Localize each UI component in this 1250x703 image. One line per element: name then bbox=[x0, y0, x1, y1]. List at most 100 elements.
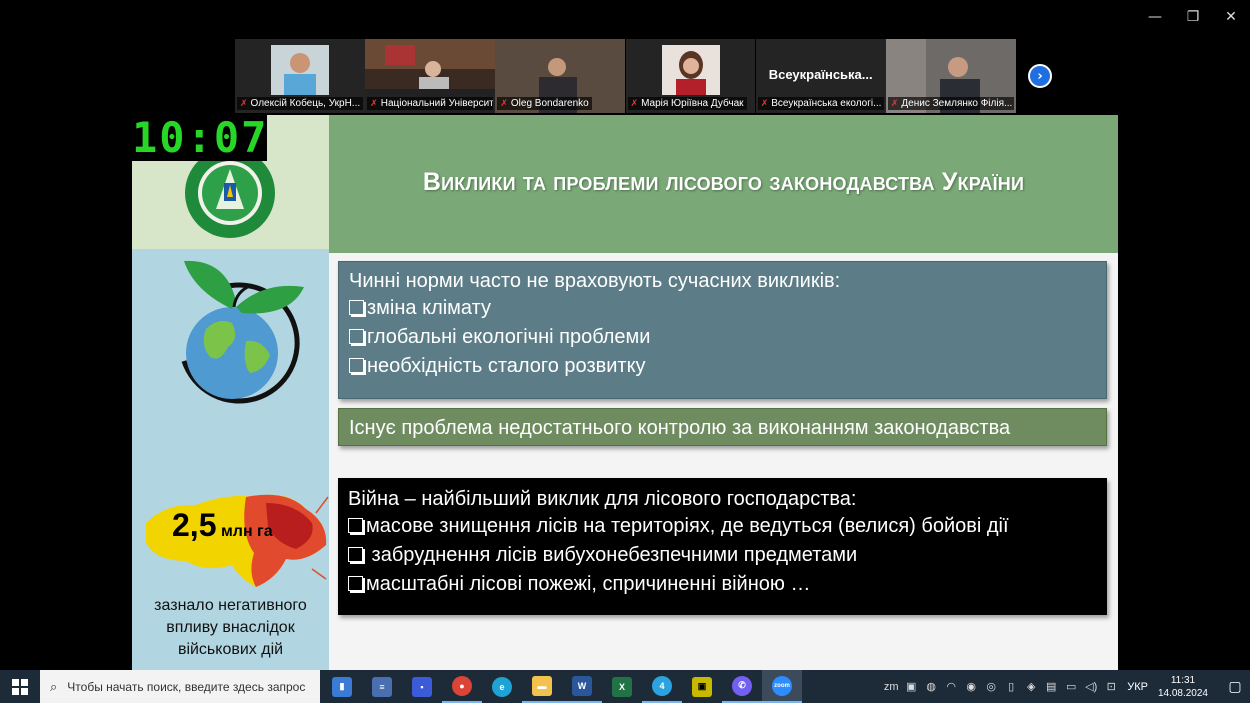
input-language[interactable]: УКР bbox=[1127, 681, 1148, 693]
checkbox-bullet-icon bbox=[349, 358, 364, 373]
taskbar-app-winrar[interactable]: ▣ bbox=[682, 670, 722, 703]
checkbox-bullet-icon bbox=[349, 329, 364, 344]
volume-icon[interactable]: ◁) bbox=[1081, 680, 1101, 693]
eco-globe-icon bbox=[181, 260, 304, 404]
zoom-tray-icon[interactable]: zm bbox=[881, 681, 901, 693]
document-icon: ≡ bbox=[372, 676, 392, 697]
floppy-icon: ▪ bbox=[412, 676, 432, 697]
next-participants-button[interactable]: › bbox=[1028, 64, 1052, 88]
affected-area-value: 2,5 млн га bbox=[172, 507, 273, 544]
challenges-box: Чинні норми часто не враховують сучасних… bbox=[338, 261, 1107, 399]
checkbox-bullet-icon bbox=[348, 576, 363, 591]
battery-icon[interactable]: ▭ bbox=[1061, 680, 1081, 693]
participant-tile[interactable]: ✗ Олексій Кобець, УкрН... bbox=[235, 39, 365, 113]
participant-tile[interactable]: ✗ Денис Землянко Філія... bbox=[885, 39, 1016, 113]
mic-muted-icon: ✗ bbox=[760, 98, 769, 108]
participant-name: ✗ Oleg Bondarenko bbox=[497, 97, 592, 110]
challenge-item: необхідність сталого розвитку bbox=[349, 352, 1096, 381]
taskbar: ⌕ Чтобы начать поиск, введите здесь запр… bbox=[0, 670, 1250, 703]
microphone-icon[interactable]: ▯ bbox=[1001, 680, 1021, 693]
excel-icon: X bbox=[612, 676, 632, 697]
notification-icon[interactable]: ▢ bbox=[1220, 678, 1250, 695]
participant-tile[interactable]: ✗ Марія Юріївна Дубчак bbox=[625, 39, 756, 113]
taskbar-app-excel[interactable]: X bbox=[602, 670, 642, 703]
edge-icon: e bbox=[492, 676, 512, 697]
search-placeholder: Чтобы начать поиск, введите здесь запрос bbox=[67, 679, 306, 694]
war-item: масове знищення лісів на територіях, де … bbox=[348, 512, 1097, 541]
affected-area-caption: зазнало негативного впливу внаслідок вій… bbox=[154, 597, 307, 658]
war-item: масштабні лісові пожежі, спричиненні вій… bbox=[348, 570, 1097, 599]
challenges-title: Чинні норми часто не враховують сучасних… bbox=[349, 270, 841, 292]
challenge-item: зміна клімату bbox=[349, 294, 1096, 323]
word-icon: W bbox=[572, 675, 592, 696]
window-controls: — ❐ ✕ bbox=[1136, 0, 1250, 34]
edge-tray-icon[interactable]: ◍ bbox=[921, 680, 941, 693]
archive-icon: ▣ bbox=[692, 676, 712, 697]
minimize-icon: — bbox=[1148, 9, 1162, 25]
zoom-icon: zoom bbox=[772, 675, 792, 696]
update-tray-icon[interactable]: ◈ bbox=[1021, 680, 1041, 693]
windows-logo-icon bbox=[12, 678, 28, 695]
taskbar-search[interactable]: ⌕ Чтобы начать поиск, введите здесь запр… bbox=[40, 670, 320, 703]
checkbox-bullet-icon bbox=[348, 518, 363, 533]
participant-name: ✗ Національний Університ... bbox=[367, 97, 494, 110]
taskbar-app-notes[interactable]: ≡ bbox=[362, 670, 402, 703]
presentation-timer: 10:07 bbox=[132, 113, 269, 162]
taskbar-app-viber[interactable]: ✆ bbox=[722, 670, 762, 703]
taskbar-apps: ▮ ≡ ▪ ● e ▬ W X 4 ▣ ✆ zoom bbox=[322, 670, 802, 703]
participant-strip: ✗ Олексій Кобець, УкрН... ✗ Національний У… bbox=[235, 39, 1016, 113]
chevron-right-icon: › bbox=[1037, 68, 1043, 84]
clock-time: 11:31 bbox=[1170, 674, 1196, 686]
mic-muted-icon: ✗ bbox=[240, 98, 248, 108]
participant-name: ✗ Всеукраїнська екологі... bbox=[757, 97, 884, 110]
wifi-icon[interactable]: ◠ bbox=[941, 680, 961, 693]
checkbox-bullet-icon bbox=[348, 547, 363, 562]
taskbar-app-explorer[interactable]: ▬ bbox=[522, 670, 562, 703]
chrome-icon: ● bbox=[452, 675, 472, 696]
mic-muted-icon: ✗ bbox=[370, 98, 378, 108]
taskbar-app-chrome[interactable]: ● bbox=[442, 670, 482, 703]
search-icon: ⌕ bbox=[50, 678, 58, 694]
slide-title-bar: Виклики та проблеми лісового законодавст… bbox=[329, 115, 1118, 249]
war-item: забруднення лісів вибухонебезпечними пре… bbox=[348, 541, 1097, 570]
taskbar-app-edge[interactable]: e bbox=[482, 670, 522, 703]
manager-icon: ▮ bbox=[332, 676, 352, 697]
participant-display-name: Всеукраїнська... bbox=[768, 67, 873, 82]
participant-name: ✗ Олексій Кобець, УкрН... bbox=[237, 97, 363, 110]
participant-tile-active[interactable]: ✗ Національний Університ... bbox=[365, 39, 496, 113]
network-icon[interactable]: ⊡ bbox=[1101, 680, 1121, 693]
control-problem-text: Існує проблема недостатнього контролю за… bbox=[349, 417, 1011, 439]
participant-tile[interactable]: ✗ Oleg Bondarenko bbox=[495, 39, 626, 113]
close-icon: ✕ bbox=[1225, 9, 1237, 25]
folder-icon: ▬ bbox=[532, 675, 552, 696]
telegram-icon: 4 bbox=[652, 675, 672, 696]
affected-area-number: 2,5 bbox=[172, 507, 217, 543]
taskbar-app-save[interactable]: ▪ bbox=[402, 670, 442, 703]
participant-name: ✗ Денис Землянко Філія... bbox=[887, 97, 1014, 110]
slide-title: Виклики та проблеми лісового законодавст… bbox=[422, 167, 1025, 196]
system-tray: zm ▣ ◍ ◠ ◉ ◎ ▯ ◈ ▤ ▭ ◁) ⊡ УКР 11:31 14.0… bbox=[881, 670, 1250, 703]
vpn-tray-icon[interactable]: ▤ bbox=[1041, 680, 1061, 693]
checkbox-bullet-icon bbox=[349, 300, 364, 315]
start-button[interactable] bbox=[0, 670, 40, 703]
war-challenge-box: Війна – найбільший виклик для лісового г… bbox=[338, 478, 1107, 615]
taskbar-app-word[interactable]: W bbox=[562, 670, 602, 703]
close-button[interactable]: ✕ bbox=[1212, 0, 1250, 34]
system-clock[interactable]: 11:31 14.08.2024 bbox=[1158, 674, 1208, 700]
taskbar-app-folder-manager[interactable]: ▮ bbox=[322, 670, 362, 703]
viber-icon: ✆ bbox=[732, 675, 752, 696]
taskbar-app-telegram[interactable]: 4 bbox=[642, 670, 682, 703]
challenge-item: глобальні екологічні проблеми bbox=[349, 323, 1096, 352]
affected-area-unit: млн га bbox=[220, 523, 273, 540]
participant-tile[interactable]: Всеукраїнська... ✗ Всеукраїнська екологі.… bbox=[755, 39, 886, 113]
taskbar-app-zoom[interactable]: zoom bbox=[762, 670, 802, 703]
security-tray-icon[interactable]: ▣ bbox=[901, 680, 921, 693]
restore-icon: ❐ bbox=[1186, 9, 1200, 25]
minimize-button[interactable]: — bbox=[1136, 0, 1174, 34]
mic-muted-icon: ✗ bbox=[890, 98, 899, 108]
chrome-tray-icon[interactable]: ◎ bbox=[981, 680, 1001, 693]
control-problem-box: Існує проблема недостатнього контролю за… bbox=[338, 408, 1107, 446]
telegram-tray-icon[interactable]: ◉ bbox=[961, 680, 981, 693]
mic-muted-icon: ✗ bbox=[500, 98, 508, 108]
restore-button[interactable]: ❐ bbox=[1174, 0, 1212, 34]
